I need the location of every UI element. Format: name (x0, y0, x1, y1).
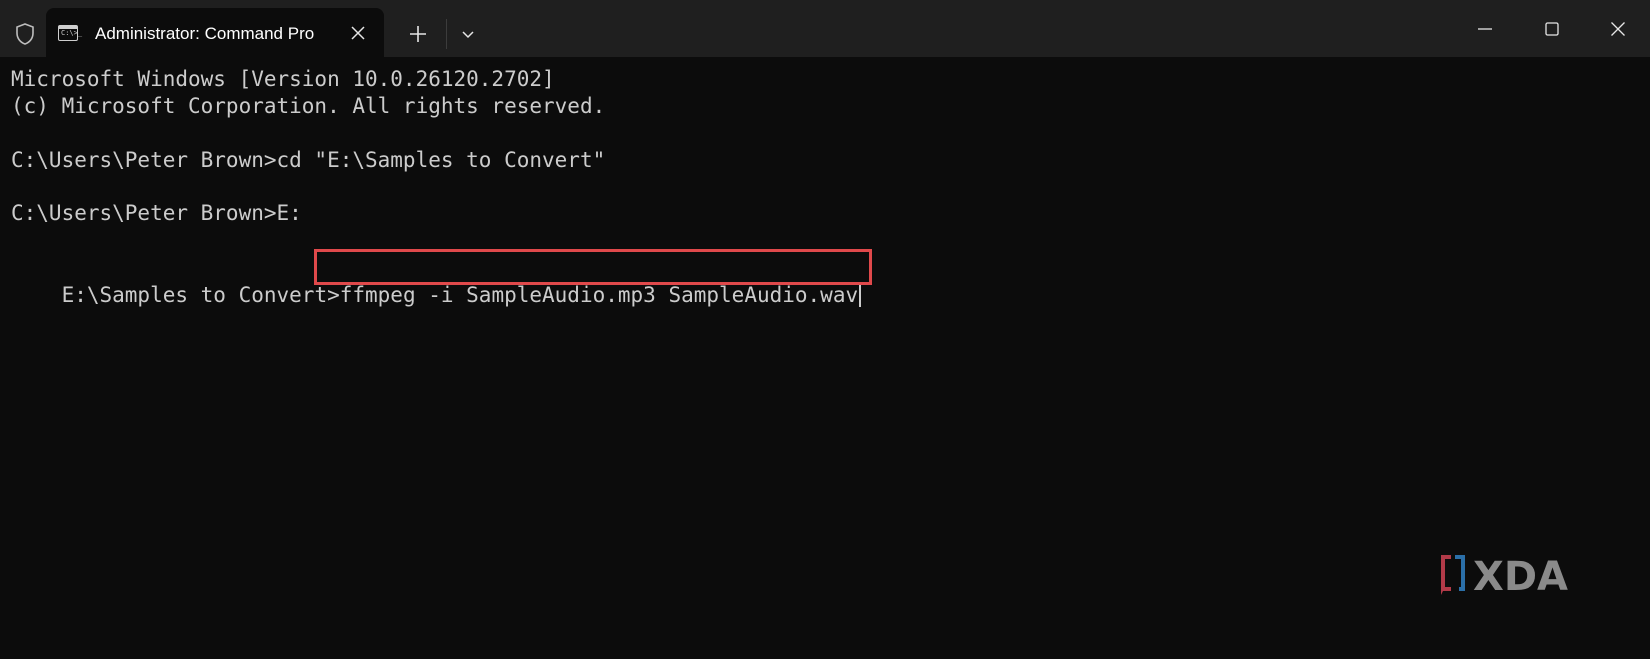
title-bar: C:\>_ Administrator: Command Pro (0, 0, 1650, 57)
current-command-line: E:\Samples to Convert>ffmpeg -i SampleAu… (11, 249, 872, 365)
maximize-icon (1545, 22, 1559, 36)
xda-logo: XDA (1437, 551, 1597, 600)
terminal-tab[interactable]: C:\>_ Administrator: Command Pro (46, 8, 384, 57)
plus-icon (410, 26, 426, 42)
output-line: (c) Microsoft Corporation. All rights re… (11, 94, 606, 118)
prompt: E:\Samples to Convert> (61, 283, 340, 307)
text-cursor (859, 283, 862, 307)
minimize-button[interactable] (1457, 8, 1513, 50)
close-window-button[interactable] (1590, 8, 1646, 50)
tab-close-button[interactable] (347, 22, 369, 44)
tab-dropdown-button[interactable] (454, 20, 482, 48)
tab-title: Administrator: Command Pro (95, 24, 315, 43)
terminal-output[interactable]: Microsoft Windows [Version 10.0.26120.27… (0, 57, 1650, 659)
command-line: C:\Users\Peter Brown>E: (11, 201, 302, 225)
close-icon (351, 26, 365, 40)
maximize-button[interactable] (1524, 8, 1580, 50)
chevron-down-icon (462, 31, 474, 39)
new-tab-button[interactable] (404, 20, 432, 48)
command-input[interactable]: ffmpeg -i SampleAudio.mp3 SampleAudio.wa… (340, 283, 858, 307)
terminal-icon: C:\>_ (58, 25, 82, 41)
tab-separator (446, 19, 447, 49)
command-line: C:\Users\Peter Brown>cd "E:\Samples to C… (11, 148, 606, 172)
shield-icon (11, 20, 39, 48)
output-line: Microsoft Windows [Version 10.0.26120.27… (11, 67, 555, 91)
close-icon (1611, 22, 1625, 36)
watermark-text: XDA (1473, 554, 1568, 597)
highlight-box (314, 249, 872, 285)
minimize-icon (1478, 28, 1492, 30)
